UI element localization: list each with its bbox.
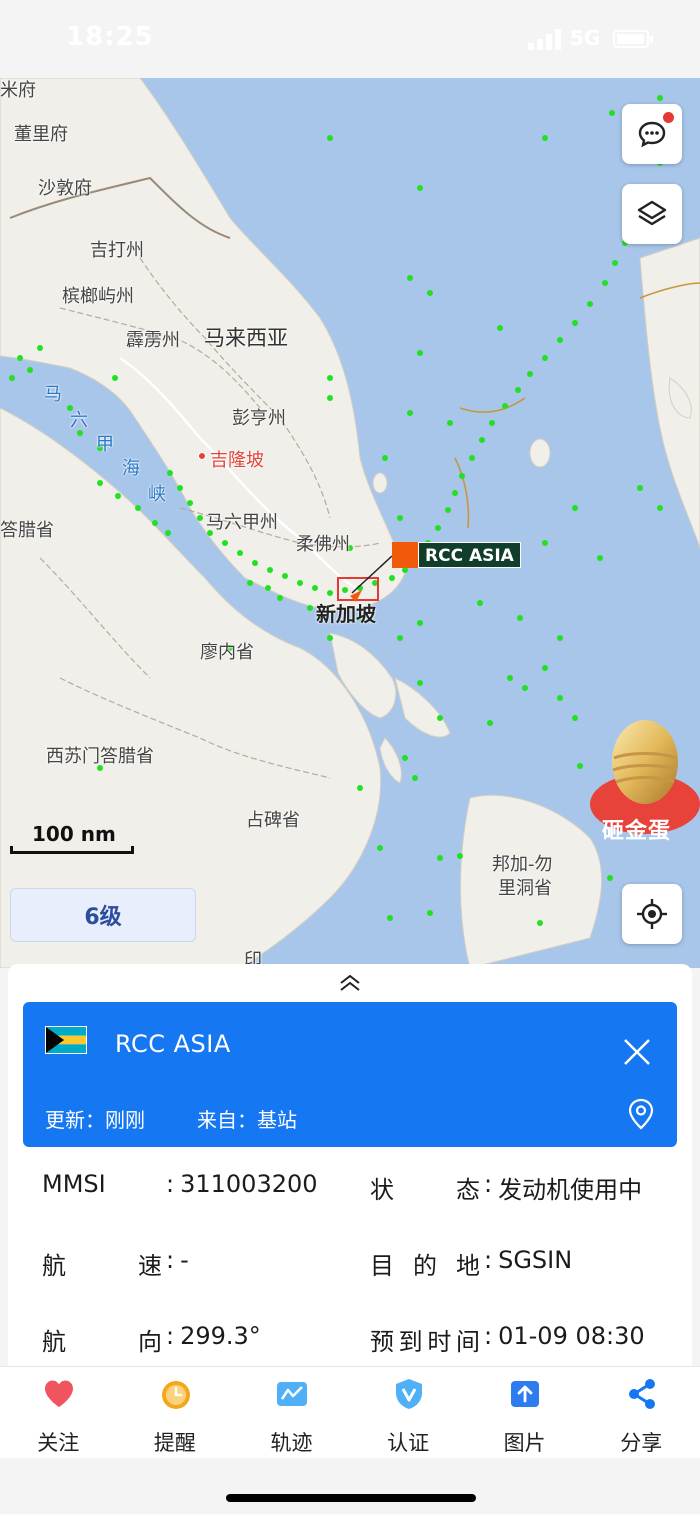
alarm-clock-icon [161,1381,190,1409]
heart-icon [45,1380,73,1407]
verify-label: 认证 [387,1431,430,1455]
golden-egg-promo[interactable]: 砸金蛋 [590,718,700,844]
source-info: 来自：基站 [197,1104,297,1133]
place-name: 吉打州 [90,240,144,261]
city-name: 新加坡 [316,602,376,626]
speed-label: 航速 [42,1252,162,1280]
crosshair-icon [637,899,667,929]
battery-icon [613,30,653,48]
scale-line [10,846,134,854]
scale-label: 100 nm [32,822,116,846]
mmsi-value: 311003200 [180,1170,318,1198]
place-name: 里洞省 [498,878,552,899]
track-icon [277,1382,308,1406]
ship-info-panel: RCC ASIA 更新：刚刚 来自：基站 MMSI:311003200 状态: 发… [8,964,692,1368]
place-name: 霹雳州 [126,330,180,351]
update-value: 刚刚 [105,1108,145,1132]
destination-value: SGSIN [498,1246,573,1274]
photo-upload-icon [511,1381,540,1407]
ship-header: RCC ASIA 更新：刚刚 来自：基站 [23,1002,677,1147]
expand-chevron-icon[interactable] [338,972,362,994]
share-icon [628,1379,655,1409]
eta-value: 01-09 08:30 [498,1322,645,1350]
eta-label: 预到时间 [370,1328,480,1356]
destination-label: 目的地 [370,1252,480,1280]
place-name: 沙敦府 [38,178,92,199]
strait-label-char: 甲 [96,434,114,455]
source-value: 基站 [257,1108,297,1132]
photo-button[interactable]: 图片 [466,1367,583,1459]
promo-label: 砸金蛋 [602,819,672,844]
zoom-level-badge[interactable]: 6级 [10,888,196,942]
place-name: 廖内省 [200,642,254,663]
remind-label: 提醒 [153,1431,196,1455]
place-name: 柔佛州 [296,534,350,555]
status-label: 状态 [370,1176,480,1204]
place-name: 占碑省 [246,810,300,831]
follow-label: 关注 [37,1431,80,1455]
chat-icon [638,121,666,148]
status-time: 18:25 [66,22,154,52]
status-value: 发动机使用中 [498,1176,643,1204]
verify-button[interactable]: 认证 [350,1367,467,1459]
capital-marker [198,452,206,460]
track-button[interactable]: 轨迹 [233,1367,350,1459]
home-indicator[interactable] [226,1494,476,1502]
strait-label-char: 海 [122,458,140,479]
ship-flag-marker [392,542,418,568]
share-button[interactable]: 分享 [583,1367,700,1459]
place-name: 董里府 [14,124,68,145]
place-name: 邦加-勿 [492,854,553,875]
mmsi-label: MMSI [42,1170,106,1198]
status-bar: 18:25 5G [0,0,700,78]
course-value: 299.3° [180,1322,261,1350]
close-icon[interactable] [621,1036,653,1068]
place-name: 槟榔屿州 [62,286,134,307]
my-location-button[interactable] [622,884,682,944]
ship-map-label[interactable]: RCC ASIA [392,542,521,568]
update-label: 更新： [45,1108,105,1132]
place-name: 答腊省 [0,520,54,541]
place-name: 米府 [0,80,36,101]
track-label: 轨迹 [270,1431,313,1455]
strait-label-char: 六 [70,410,88,431]
map-view[interactable]: 米府 董里府 沙敦府 吉打州 槟榔屿州 霹雳州 马来西亚 彭亨州 吉隆坡 马六甲… [0,78,700,968]
bahamas-flag-icon [45,1026,87,1054]
ship-name: RCC ASIA [115,1030,231,1058]
info-row: 航速: - 目的地: SGSIN [42,1246,573,1280]
photo-label: 图片 [503,1431,546,1455]
network-type: 5G [570,26,601,50]
message-button[interactable] [622,104,682,164]
capital-name: 吉隆坡 [210,450,264,471]
update-info: 更新：刚刚 [45,1104,145,1133]
strait-label-char: 峡 [148,484,166,505]
strait-label-char: 马 [44,384,62,405]
ship-map-name: RCC ASIA [418,542,521,568]
shield-verify-icon [395,1379,422,1409]
country-name: 马来西亚 [204,326,288,350]
speed-value: - [180,1246,189,1274]
share-label: 分享 [620,1431,663,1455]
map-scale: 100 nm [10,822,134,858]
location-pin-icon[interactable] [627,1098,655,1130]
bottom-toolbar: 关注 提醒 轨迹 认证 图片 分享 [0,1366,700,1458]
signal-icon [528,28,564,50]
layers-icon [637,200,667,226]
battery-level [617,34,644,44]
place-name: 彭亨州 [232,408,286,429]
info-row: 航向:299.3° 预到时间:01-09 08:30 [42,1322,645,1356]
source-label: 来自： [197,1108,257,1132]
remind-button[interactable]: 提醒 [117,1367,234,1459]
home-indicator-area [0,1458,700,1514]
place-name: 马六甲州 [206,512,278,533]
follow-button[interactable]: 关注 [0,1367,117,1459]
notification-dot [663,112,674,123]
info-row: MMSI:311003200 状态: 发动机使用中 [42,1170,643,1204]
course-label: 航向 [42,1328,162,1356]
layers-button[interactable] [622,184,682,244]
place-name: 西苏门答腊省 [46,746,154,767]
